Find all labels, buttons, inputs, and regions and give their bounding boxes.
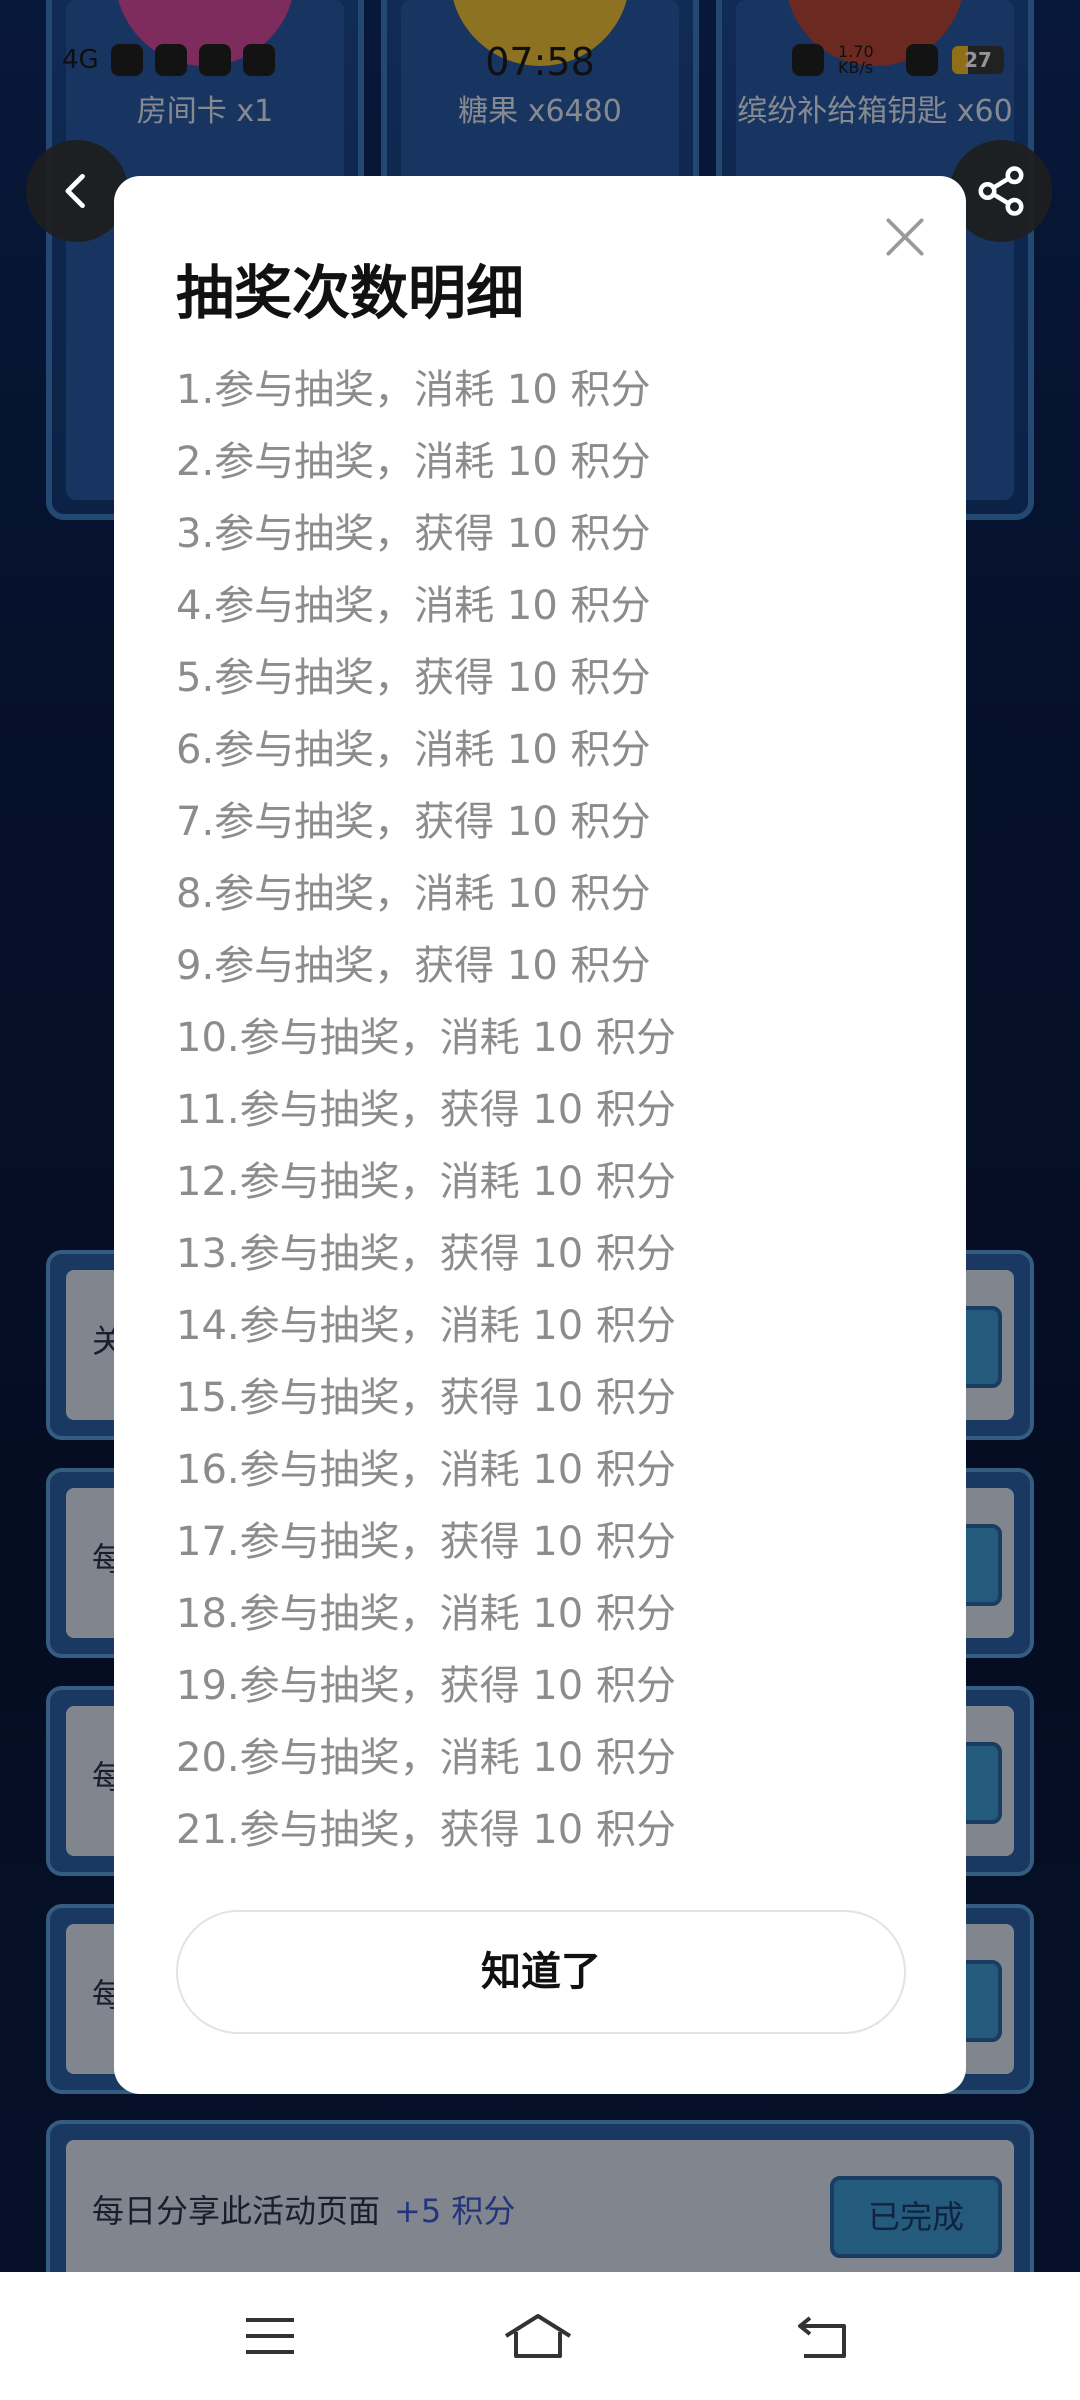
list-item: 16.参与抽奖，消耗 10 积分	[176, 1447, 676, 1493]
share-icon	[978, 166, 1024, 216]
confirm-button[interactable]: 知道了	[176, 1910, 906, 2034]
list-item: 6.参与抽奖，消耗 10 积分	[176, 727, 651, 773]
list-item: 12.参与抽奖，消耗 10 积分	[176, 1159, 676, 1205]
list-item: 5.参与抽奖，获得 10 积分	[176, 655, 651, 701]
list-item: 7.参与抽奖，获得 10 积分	[176, 799, 651, 845]
list-item: 13.参与抽奖，获得 10 积分	[176, 1231, 676, 1277]
list-item: 1.参与抽奖，消耗 10 积分	[176, 367, 651, 413]
list-item: 19.参与抽奖，获得 10 积分	[176, 1663, 676, 1709]
record-list: 1.参与抽奖，消耗 10 积分 2.参与抽奖，消耗 10 积分 3.参与抽奖，获…	[176, 354, 676, 1866]
close-icon	[886, 218, 924, 256]
menu-icon	[246, 2318, 294, 2354]
list-item: 11.参与抽奖，获得 10 积分	[176, 1087, 676, 1133]
home-icon	[504, 2314, 572, 2358]
system-nav-bar	[0, 2272, 1080, 2400]
list-item: 2.参与抽奖，消耗 10 积分	[176, 439, 651, 485]
list-item: 10.参与抽奖，消耗 10 积分	[176, 1015, 676, 1061]
close-button[interactable]	[880, 212, 930, 262]
list-item: 4.参与抽奖，消耗 10 积分	[176, 583, 651, 629]
lottery-detail-dialog: 抽奖次数明细 1.参与抽奖，消耗 10 积分 2.参与抽奖，消耗 10 积分 3…	[114, 176, 966, 2094]
list-item: 17.参与抽奖，获得 10 积分	[176, 1519, 676, 1565]
nav-menu-button[interactable]	[240, 2308, 300, 2364]
list-item: 14.参与抽奖，消耗 10 积分	[176, 1303, 676, 1349]
nav-home-button[interactable]	[500, 2308, 572, 2364]
list-item: 8.参与抽奖，消耗 10 积分	[176, 871, 651, 917]
list-item: 21.参与抽奖，获得 10 积分	[176, 1807, 676, 1853]
back-button[interactable]	[26, 140, 128, 242]
nav-back-button[interactable]	[792, 2308, 852, 2364]
list-item: 20.参与抽奖，消耗 10 积分	[176, 1735, 676, 1781]
dialog-title: 抽奖次数明细	[176, 259, 525, 327]
chevron-left-icon	[65, 173, 85, 209]
list-item: 3.参与抽奖，获得 10 积分	[176, 511, 651, 557]
list-item: 15.参与抽奖，获得 10 积分	[176, 1375, 676, 1421]
back-icon	[798, 2316, 846, 2358]
list-item: 9.参与抽奖，获得 10 积分	[176, 943, 651, 989]
list-item: 18.参与抽奖，消耗 10 积分	[176, 1591, 676, 1637]
